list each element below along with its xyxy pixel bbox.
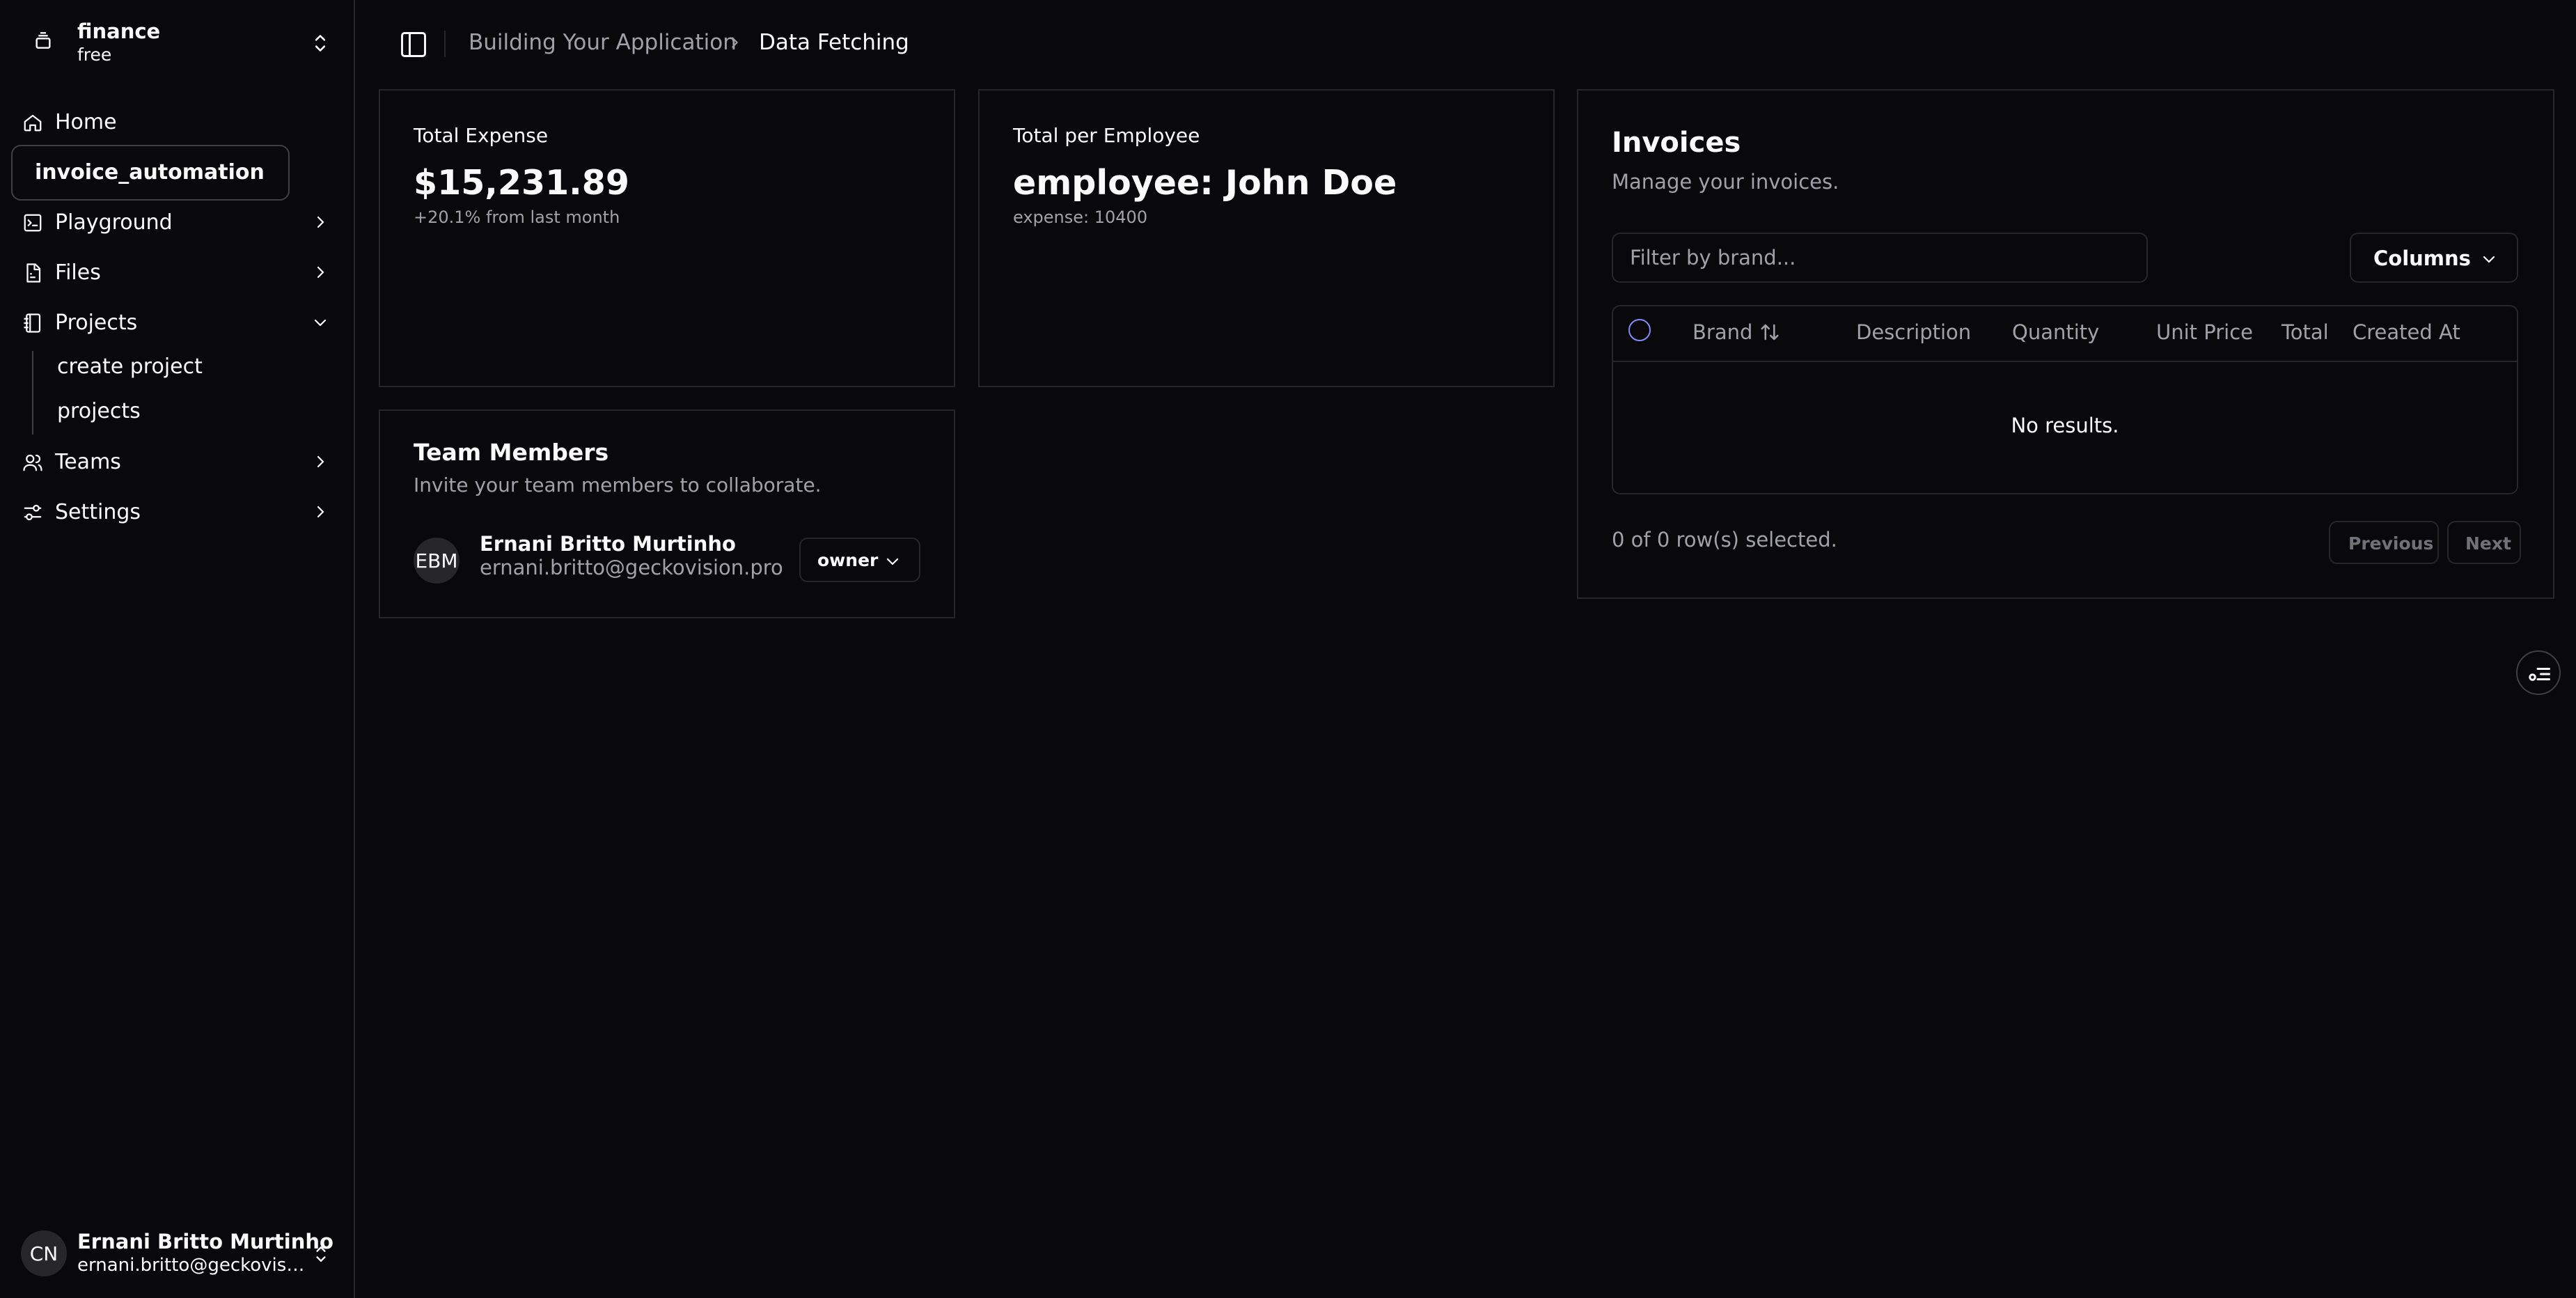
sidebar-item-home[interactable]: Home <box>11 100 344 144</box>
role-label: owner <box>817 550 879 570</box>
role-select[interactable]: owner <box>799 538 920 582</box>
sidebar-item-projects[interactable]: Projects <box>11 300 344 345</box>
columns-button[interactable]: Columns <box>2350 233 2518 283</box>
previous-button[interactable]: Previous <box>2329 521 2439 564</box>
next-button[interactable]: Next <box>2447 521 2521 564</box>
card-sub: expense: 10400 <box>1013 208 1148 227</box>
next-label: Next <box>2465 533 2511 554</box>
sidebar-item-settings[interactable]: Settings <box>11 490 344 534</box>
floating-tools-button[interactable] <box>2516 650 2561 695</box>
file-icon <box>22 263 43 283</box>
chevrons-up-down-icon <box>311 31 330 56</box>
card-delta: +20.1% from last month <box>414 208 620 227</box>
breadcrumb-current: Data Fetching <box>759 30 909 55</box>
sidebar: finance free Home invoice_automation Pla… <box>0 0 355 1298</box>
select-all-checkbox[interactable] <box>1628 319 1651 341</box>
chevron-right-icon <box>312 453 329 470</box>
column-header-description: Description <box>1856 320 1972 344</box>
sidebar-item-label: Projects <box>55 311 138 335</box>
brand-filter-input[interactable] <box>1612 233 2148 283</box>
sidebar-item-files[interactable]: Files <box>11 250 344 295</box>
sidebar-item-teams[interactable]: Teams <box>11 439 344 484</box>
chevron-right-icon <box>727 35 742 50</box>
notebook-icon <box>22 313 43 334</box>
sidebar-item-label: Files <box>55 260 101 285</box>
sidebar-item-label: Teams <box>55 450 121 474</box>
column-header-total: Total <box>2282 320 2329 344</box>
sliders-icon <box>22 502 43 523</box>
header-divider <box>444 31 446 57</box>
previous-label: Previous <box>2348 533 2434 554</box>
total-per-employee-card: Total per Employee employee: John Doe ex… <box>978 89 1555 387</box>
chevron-right-icon <box>312 503 329 520</box>
card-value: $15,231.89 <box>414 163 629 203</box>
sidebar-item-label: Settings <box>55 500 141 524</box>
sidebar-subitem-projects[interactable]: projects <box>46 392 324 431</box>
table-header-divider <box>1613 361 2517 362</box>
card-description: Manage your invoices. <box>1612 170 1839 194</box>
sidebar-item-label: Home <box>55 110 117 134</box>
sidebar-item-playground[interactable]: Playground <box>11 200 344 244</box>
card-value: employee: John Doe <box>1013 163 1397 203</box>
invoices-table: Brand Description Quantity Unit Price To… <box>1612 305 2518 494</box>
chevron-down-icon <box>312 314 329 331</box>
column-header-quantity: Quantity <box>2012 320 2100 344</box>
total-expense-card: Total Expense $15,231.89 +20.1% from las… <box>379 89 955 387</box>
org-switcher[interactable]: finance free <box>11 13 344 75</box>
sort-icon[interactable] <box>1759 322 1780 343</box>
card-description: Invite your team members to collaborate. <box>414 474 822 496</box>
invoices-card: Invoices Manage your invoices. Columns B… <box>1577 89 2554 599</box>
avatar: EBM <box>414 538 460 584</box>
card-title: Invoices <box>1612 127 1741 159</box>
sidebar-item-label: invoice_automation <box>35 160 265 185</box>
column-header-created-at: Created At <box>2353 320 2460 344</box>
chevron-down-icon <box>884 553 901 570</box>
selection-count: 0 of 0 row(s) selected. <box>1612 528 1837 552</box>
member-name: Ernani Britto Murtinho <box>480 532 736 556</box>
chevron-down-icon <box>2481 251 2497 267</box>
team-members-card: Team Members Invite your team members to… <box>379 409 955 618</box>
org-plan: free <box>77 45 112 65</box>
member-email: ernani.britto@geckovision.pro <box>480 556 783 579</box>
chevron-right-icon <box>312 264 329 281</box>
breadcrumb-link[interactable]: Building Your Application <box>469 30 737 55</box>
card-title: Team Members <box>414 439 609 466</box>
avatar: CN <box>21 1230 67 1276</box>
terminal-icon <box>22 212 43 233</box>
org-name: finance <box>77 19 161 43</box>
sidebar-subitem-create-project[interactable]: create project <box>46 347 324 386</box>
column-header-unit-price: Unit Price <box>2156 320 2253 344</box>
submenu-line <box>32 351 33 435</box>
empty-state: No results. <box>2011 414 2119 437</box>
layers-icon <box>32 29 54 52</box>
user-name: Ernani Britto Murtinho <box>77 1230 333 1253</box>
user-menu[interactable]: CN Ernani Britto Murtinho ernani.britto@… <box>11 1223 344 1284</box>
sidebar-subitem-label: create project <box>57 354 203 379</box>
home-icon <box>22 112 43 133</box>
sidebar-item-invoice-automation[interactable]: invoice_automation <box>11 145 290 201</box>
card-title: Total per Employee <box>1013 124 1200 147</box>
column-header-brand[interactable]: Brand <box>1693 320 1752 344</box>
sidebar-item-label: Playground <box>55 210 173 235</box>
columns-label: Columns <box>2373 247 2471 270</box>
chevron-right-icon <box>312 214 329 230</box>
sidebar-toggle-button[interactable] <box>398 29 429 60</box>
sidebar-subitem-label: projects <box>57 399 141 423</box>
user-email: ernani.britto@geckovision.pro <box>77 1255 307 1276</box>
card-title: Total Expense <box>414 124 549 147</box>
chevrons-up-down-icon <box>312 1242 330 1266</box>
users-icon <box>22 452 43 473</box>
